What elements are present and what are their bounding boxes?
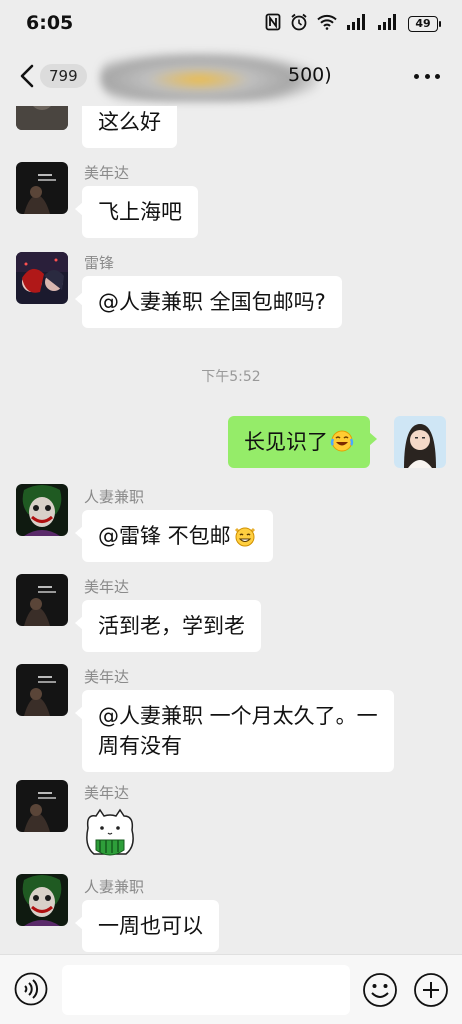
battery-icon: 49: [408, 16, 441, 32]
plus-icon: [414, 973, 448, 1007]
sender-name: 美年达: [84, 164, 130, 182]
sender-name: 人妻兼职: [84, 878, 145, 896]
nav-bar: 799 500): [0, 46, 462, 106]
blurred-group-name: [100, 52, 320, 102]
avatar[interactable]: [16, 106, 68, 130]
chat-message-list[interactable]: 这么好 美年达 飞上海吧 雷锋 @人妻兼职 全国包邮吗? 下午5:52 长见识了…: [0, 106, 462, 954]
message-row: 美年达 飞上海吧: [0, 158, 462, 242]
emoji-button[interactable]: [362, 972, 398, 1008]
more-button[interactable]: [414, 66, 440, 86]
avatar[interactable]: [16, 484, 68, 536]
status-time: 6:05: [26, 12, 74, 34]
avatar[interactable]: [16, 780, 68, 832]
cat-grin-emoji: [233, 523, 257, 547]
plus-button[interactable]: [413, 972, 449, 1008]
back-icon: [20, 64, 34, 88]
laugh-cry-emoji: [330, 429, 354, 453]
avatar[interactable]: [16, 162, 68, 214]
message-bubble[interactable]: @人妻兼职 全国包邮吗?: [75, 276, 342, 328]
message-row: 人妻兼职 一周也可以: [0, 872, 462, 954]
sender-name: 美年达: [84, 578, 130, 596]
cat-watermelon-sticker[interactable]: [82, 806, 138, 860]
input-bar: [0, 954, 462, 1024]
emoji-icon: [363, 973, 397, 1007]
message-row: 人妻兼职 @雷锋 不包邮: [0, 482, 462, 566]
nfc-icon: [265, 13, 281, 35]
message-row: 雷锋 @人妻兼职 全国包邮吗?: [0, 248, 462, 332]
message-bubble-mine[interactable]: 长见识了: [228, 416, 377, 468]
avatar[interactable]: [16, 252, 68, 304]
my-avatar[interactable]: [394, 416, 446, 468]
avatar[interactable]: [16, 574, 68, 626]
message-row: 美年达 @人妻兼职 一个月太久了。一 周有没有: [0, 662, 462, 780]
status-icons: 49: [265, 13, 441, 35]
message-row: 美年达 活到老，学到老: [0, 572, 462, 656]
avatar[interactable]: [16, 664, 68, 716]
message-row-mine: 长见识了: [0, 412, 462, 472]
message-input[interactable]: [62, 965, 350, 1015]
more-icon: [414, 73, 419, 79]
message-bubble[interactable]: 活到老，学到老: [75, 600, 261, 652]
signal-icon-2: [377, 14, 399, 34]
voice-icon: [14, 972, 48, 1006]
unread-count-badge[interactable]: 799: [40, 64, 87, 88]
message-row: 美年达: [0, 778, 462, 868]
message-bubble[interactable]: 一周也可以: [75, 900, 219, 952]
sender-name: 人妻兼职: [84, 488, 145, 506]
wifi-icon: [317, 14, 337, 34]
message-bubble[interactable]: 飞上海吧: [75, 186, 198, 238]
signal-icon: [346, 14, 368, 34]
message-bubble[interactable]: @人妻兼职 一个月太久了。一 周有没有: [75, 690, 394, 772]
message-row: 这么好: [0, 106, 462, 148]
message-bubble[interactable]: 这么好: [82, 106, 177, 148]
message-bubble[interactable]: @雷锋 不包邮: [75, 510, 273, 562]
back-button[interactable]: [16, 62, 42, 90]
voice-button[interactable]: [14, 972, 48, 1006]
sender-name: 雷锋: [84, 254, 115, 272]
alarm-icon: [290, 13, 308, 35]
avatar[interactable]: [16, 874, 68, 926]
sender-name: 美年达: [84, 784, 130, 802]
group-member-count: 500): [288, 64, 332, 86]
message-timestamp: 下午5:52: [201, 369, 261, 385]
status-bar: 6:05 49: [0, 0, 462, 46]
sender-name: 美年达: [84, 668, 130, 686]
